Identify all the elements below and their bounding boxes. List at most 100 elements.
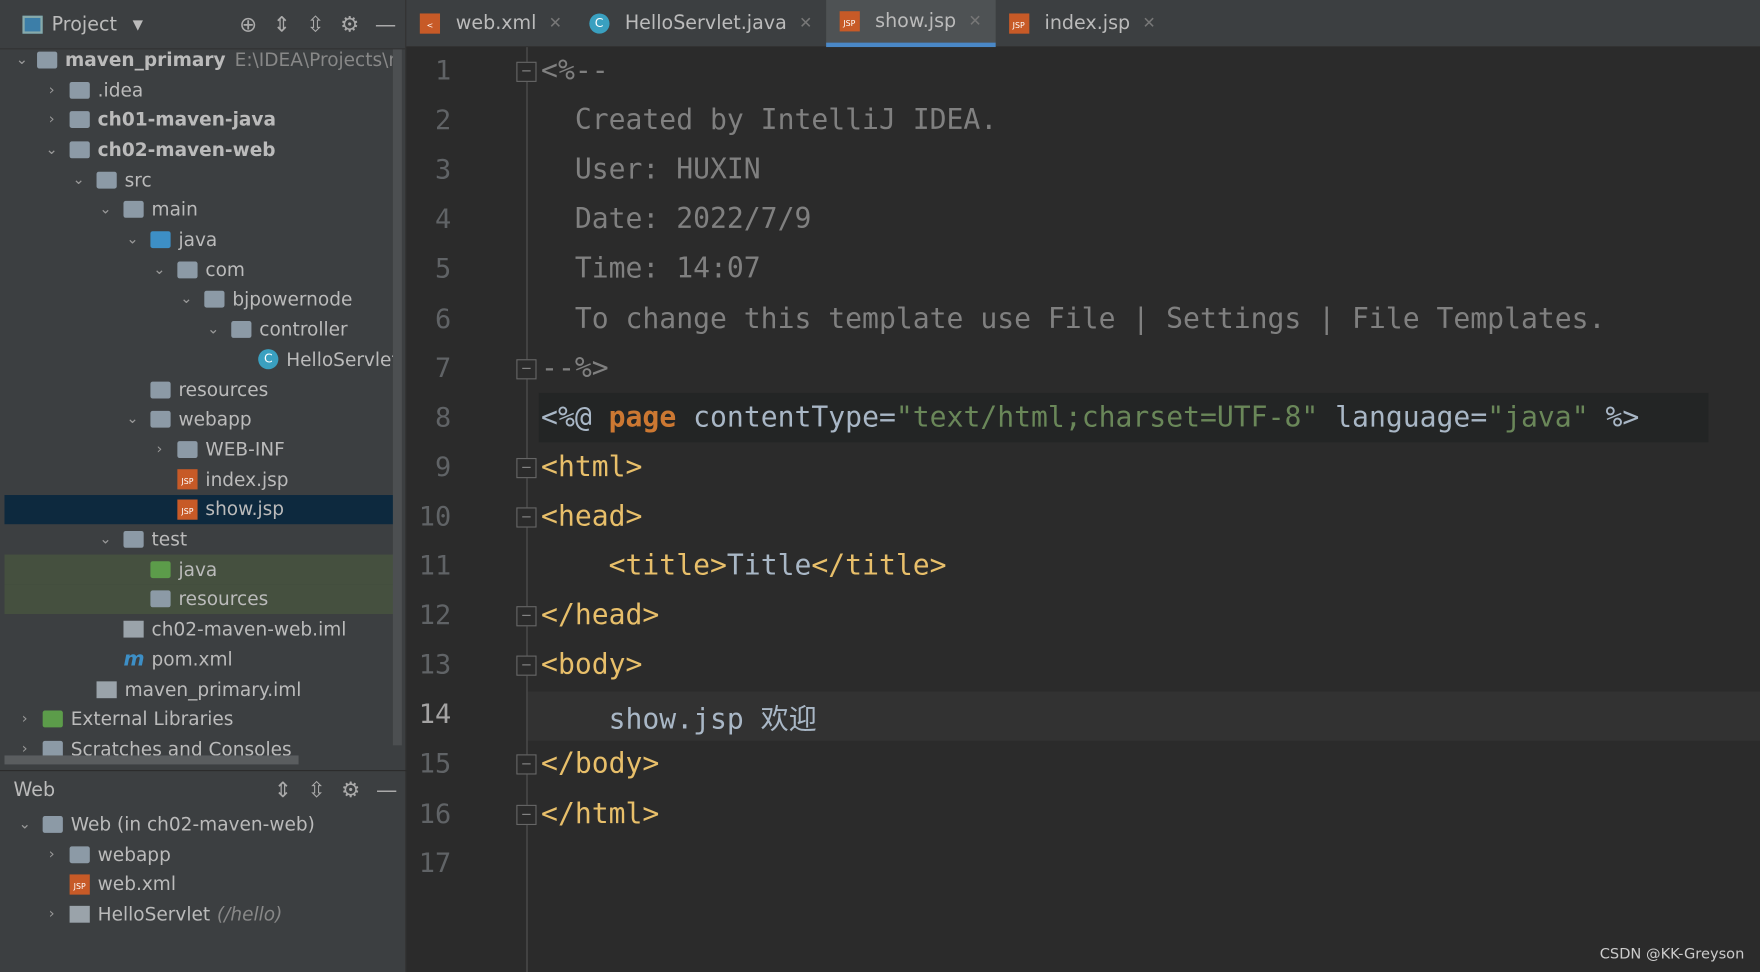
close-icon[interactable]: ✕ <box>799 15 812 33</box>
gear-icon[interactable]: ⚙ <box>340 12 359 37</box>
tree-item[interactable]: › WEB-INF <box>4 435 400 465</box>
chevron-down-icon[interactable]: ⌄ <box>177 291 195 308</box>
tree-item[interactable]: › HelloServlet (/hello) <box>4 899 401 929</box>
minimize-icon[interactable]: — <box>376 778 397 803</box>
fold-marker-icon[interactable]: − <box>516 655 537 676</box>
tab-helloservlet-java[interactable]: C HelloServlet.java ✕ <box>575 0 825 47</box>
tab-label: HelloServlet.java <box>624 12 787 35</box>
gear-icon[interactable]: ⚙ <box>341 778 360 803</box>
chevron-down-icon[interactable]: ▼ <box>133 16 143 32</box>
line-number: 13 <box>418 649 452 681</box>
jsp-icon: JSP <box>177 499 198 520</box>
tree-item[interactable]: ⌄ Web (in ch02-maven-web) <box>4 809 401 839</box>
chevron-right-icon[interactable]: › <box>16 711 34 728</box>
tree-item[interactable]: ⌄ controller <box>4 315 400 345</box>
line-number: 17 <box>418 847 452 879</box>
tree-item[interactable]: › External Libraries <box>4 704 400 734</box>
collapse-all-icon[interactable]: ⇳ <box>306 12 324 37</box>
chevron-right-icon[interactable]: › <box>43 81 61 98</box>
tree-item-label: resources <box>178 378 269 401</box>
tree-item[interactable]: JSP index.jsp <box>4 464 400 494</box>
code-editor[interactable]: 1− <%-- 2 Created by IntelliJ IDEA. 3 User:… <box>406 47 1760 972</box>
tab-label: show.jsp <box>875 10 957 33</box>
fold-marker-icon[interactable]: − <box>516 507 537 528</box>
tab-web-xml[interactable]: < web.xml ✕ <box>406 0 575 47</box>
code-line: Date: 2022/7/9 <box>541 202 812 235</box>
tree-item[interactable]: ⌄ main <box>4 195 400 225</box>
collapse-all-icon[interactable]: ⇳ <box>308 778 326 803</box>
jsp-icon: JSP <box>69 874 90 895</box>
chevron-down-icon[interactable]: ⌄ <box>70 171 88 188</box>
folder-icon <box>123 530 144 548</box>
chevron-down-icon[interactable]: ⌄ <box>16 51 28 68</box>
project-view-dropdown[interactable]: Project <box>52 13 117 35</box>
chevron-down-icon[interactable]: ⌄ <box>123 411 141 428</box>
close-icon[interactable]: ✕ <box>1143 15 1156 33</box>
chevron-down-icon[interactable]: ⌄ <box>123 231 141 248</box>
tree-item[interactable]: ⌄ maven_primary E:\IDEA\Projects\maven_pri… <box>4 45 401 75</box>
tree-item[interactable]: ⌄ ch02-maven-web <box>4 135 400 165</box>
chevron-down-icon[interactable]: ⌄ <box>97 531 115 548</box>
chevron-down-icon[interactable]: ⌄ <box>43 141 61 158</box>
folder-icon <box>177 261 198 279</box>
tree-item-label: com <box>205 258 245 281</box>
code-token: To change this template use File | Setti… <box>541 301 1606 334</box>
horizontal-scrollbar[interactable] <box>4 755 299 765</box>
close-icon[interactable]: ✕ <box>968 12 981 30</box>
chevron-down-icon[interactable]: ⌄ <box>204 321 222 338</box>
tree-item-label: HelloServlet <box>97 903 211 925</box>
code-line: <%@ page contentType="text/html;charset=… <box>541 400 1639 433</box>
fold-marker-icon[interactable]: − <box>516 754 537 775</box>
fold-marker-icon[interactable]: − <box>516 804 537 825</box>
tab-show-jsp[interactable]: JSP show.jsp ✕ <box>825 0 996 48</box>
chevron-down-icon[interactable]: ⌄ <box>150 261 168 278</box>
chevron-right-icon[interactable]: › <box>43 906 61 923</box>
chevron-right-icon[interactable]: › <box>43 111 61 128</box>
close-icon[interactable]: ✕ <box>549 15 562 33</box>
tree-item[interactable]: JSP web.xml <box>4 869 401 899</box>
tree-item[interactable]: resources <box>4 375 400 405</box>
tree-item[interactable]: C HelloServlet <box>4 345 400 375</box>
chevron-down-icon[interactable]: ⌄ <box>97 201 115 218</box>
tree-item[interactable]: ⌄ java <box>4 225 400 255</box>
tree-item[interactable]: JSP show.jsp <box>4 494 401 525</box>
expand-all-icon[interactable]: ⇕ <box>274 778 292 803</box>
vertical-scrollbar[interactable] <box>392 49 402 746</box>
tree-item[interactable]: ⌄ bjpowernode <box>4 285 400 315</box>
fold-marker-icon[interactable]: − <box>516 358 537 379</box>
tab-label: web.xml <box>455 12 537 35</box>
tree-item[interactable]: ⌄ webapp <box>4 405 400 435</box>
tab-index-jsp[interactable]: JSP index.jsp ✕ <box>995 0 1169 47</box>
code-token: "java" <box>1487 400 1589 433</box>
tree-item[interactable]: m pom.xml <box>4 644 400 674</box>
code-line: Time: 14:07 <box>541 252 761 285</box>
module-icon <box>69 141 90 159</box>
locate-icon[interactable]: ⊕ <box>239 12 257 37</box>
code-token: Title <box>726 548 812 582</box>
tree-item[interactable]: ch02-maven-web.iml <box>4 614 400 644</box>
code-token: </html> <box>541 796 660 829</box>
tree-item-label: controller <box>259 318 348 341</box>
fold-marker-icon[interactable]: − <box>516 457 537 478</box>
tree-item[interactable]: ⌄ com <box>4 255 400 285</box>
tree-item[interactable]: java <box>4 554 401 585</box>
tree-item[interactable]: resources <box>4 584 401 615</box>
chevron-down-icon[interactable]: ⌄ <box>16 816 34 833</box>
fold-marker-icon[interactable]: − <box>516 61 537 82</box>
tree-item-label: test <box>151 528 188 551</box>
tree-item[interactable]: › ch01-maven-java <box>4 105 400 135</box>
tree-item-label: java <box>178 558 218 581</box>
tree-item[interactable]: › webapp <box>4 839 401 869</box>
chevron-right-icon[interactable]: › <box>43 846 61 863</box>
fold-marker-icon[interactable]: − <box>516 606 537 627</box>
tree-item[interactable]: maven_primary.iml <box>4 674 400 704</box>
code-line: </html> <box>541 796 659 829</box>
tree-item[interactable]: ⌄ src <box>4 165 400 195</box>
class-icon: C <box>588 13 610 34</box>
tree-item[interactable]: › .idea <box>4 75 400 105</box>
tree-item[interactable]: ⌄ test <box>4 524 400 554</box>
expand-all-icon[interactable]: ⇕ <box>273 12 291 37</box>
code-line: </head> <box>541 598 659 631</box>
chevron-right-icon[interactable]: › <box>150 441 168 458</box>
minimize-icon[interactable]: — <box>375 12 396 37</box>
